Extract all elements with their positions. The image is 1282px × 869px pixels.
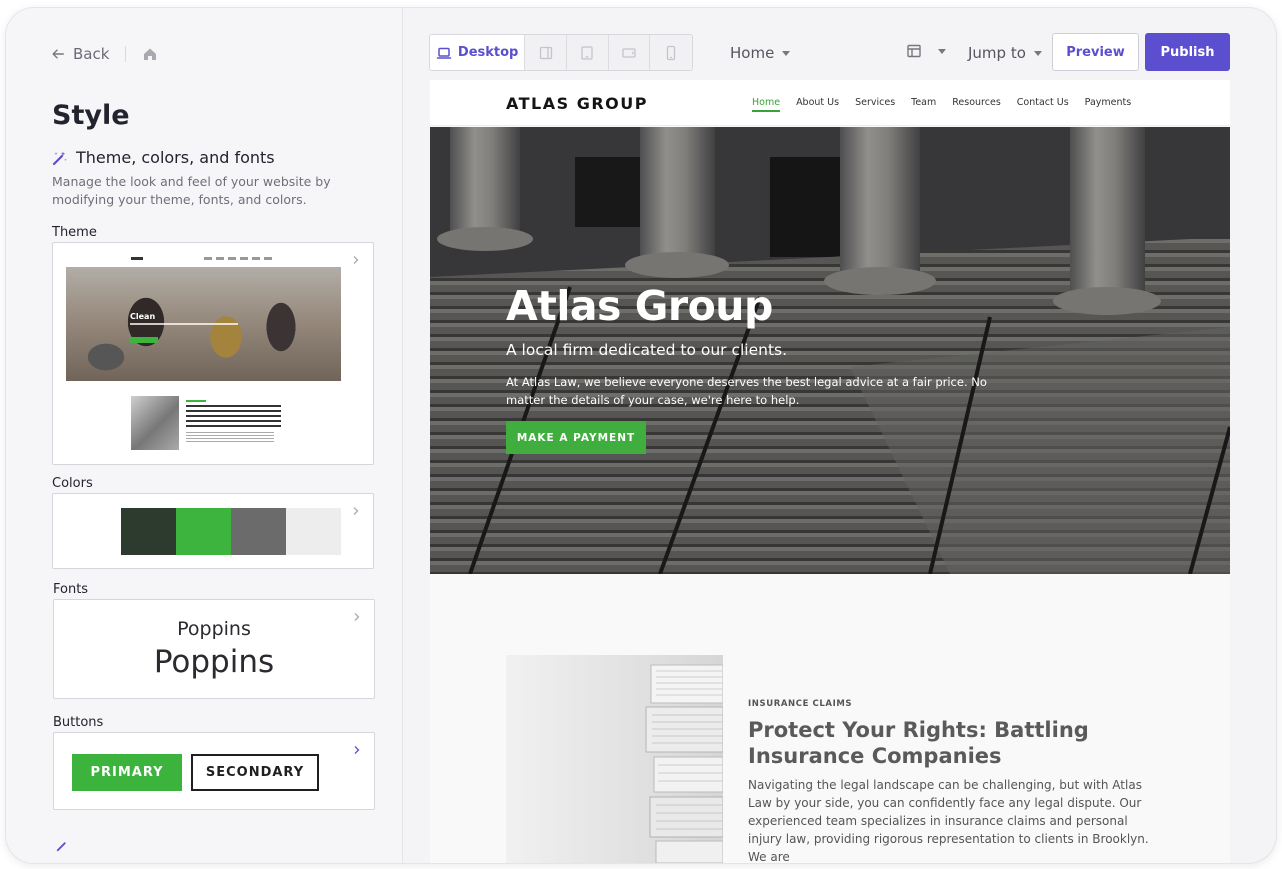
site-header: ATLAS GROUP Home About Us Services Team …: [430, 80, 1230, 126]
section-kicker: INSURANCE CLAIMS: [748, 699, 853, 709]
site-nav-payments[interactable]: Payments: [1085, 97, 1132, 112]
tablet-landscape-sidebar-button[interactable]: [525, 35, 567, 70]
app-window: Back Style Theme, colors, and fonts Mana…: [6, 8, 1276, 863]
style-sidebar: Back Style Theme, colors, and fonts Mana…: [6, 8, 403, 863]
color-swatch-green: [176, 508, 231, 555]
theme-preview-nav: [66, 257, 341, 265]
page-title: Style: [52, 100, 130, 131]
theme-preview-logo: [131, 257, 143, 260]
laptop-icon: [436, 47, 452, 59]
arrow-left-icon: [52, 49, 64, 59]
colors-label: Colors: [52, 476, 93, 491]
publish-button[interactable]: Publish: [1145, 33, 1230, 71]
back-label: Back: [73, 45, 110, 63]
preview-button[interactable]: Preview: [1052, 33, 1139, 71]
device-switcher: Desktop: [429, 34, 693, 71]
layout-icon: [907, 44, 921, 58]
theme-preview-photo: [131, 396, 179, 450]
theme-card[interactable]: Clean: [52, 242, 374, 465]
chevron-right-icon: [354, 746, 360, 754]
tablet-icon: [581, 45, 593, 60]
sidebar-top-nav: Back: [51, 44, 158, 64]
section-title: Protect Your Rights: Battling Insurance …: [748, 718, 1089, 768]
hero-body: At Atlas Law, we believe everyone deserv…: [506, 375, 987, 407]
tablet-landscape-icon: [622, 47, 636, 58]
magic-wand-icon: [52, 151, 67, 165]
site-nav: Home About Us Services Team Resources Co…: [752, 97, 1131, 112]
chevron-down-icon: [938, 48, 946, 54]
layout-menu-button[interactable]: [906, 43, 946, 59]
theme-preview: Clean: [66, 257, 341, 381]
chevron-down-icon: [1033, 50, 1042, 56]
colors-card[interactable]: [52, 493, 374, 569]
site-nav-team[interactable]: Team: [911, 97, 936, 112]
section-description: Manage the look and feel of your website…: [52, 174, 331, 207]
theme-preview-section: [131, 396, 291, 452]
theme-section-heading: Theme, colors, and fonts: [52, 148, 275, 167]
mobile-view-button[interactable]: [650, 35, 692, 70]
theme-label: Theme: [52, 225, 97, 240]
fonts-card[interactable]: Poppins Poppins: [53, 599, 375, 699]
hero-subtitle: A local firm dedicated to our clients.: [506, 341, 788, 359]
website-preview-canvas[interactable]: ATLAS GROUP Home About Us Services Team …: [430, 80, 1230, 863]
site-nav-services[interactable]: Services: [855, 97, 895, 112]
tablet-landscape-view-button[interactable]: [609, 35, 651, 70]
divider: [125, 46, 127, 62]
theme-preview-text: [130, 323, 238, 325]
site-nav-contact[interactable]: Contact Us: [1017, 97, 1069, 112]
hero-section: Atlas Group A local firm dedicated to ou…: [430, 127, 1230, 574]
desktop-view-button[interactable]: Desktop: [430, 35, 526, 70]
buttons-card[interactable]: PRIMARY SECONDARY: [53, 732, 375, 810]
fonts-label: Fonts: [53, 582, 89, 597]
chevron-down-icon: [782, 50, 791, 56]
make-payment-button[interactable]: MAKE A PAYMENT: [506, 421, 646, 454]
sidebar-layout-icon: [539, 46, 552, 59]
site-nav-home[interactable]: Home: [752, 97, 781, 112]
color-swatches: [121, 508, 341, 555]
home-icon: [144, 48, 157, 60]
tablet-view-button[interactable]: [567, 35, 609, 70]
page-select-value: Home: [730, 44, 775, 62]
jump-to-label: Jump to: [968, 44, 1026, 62]
body-font-name: Poppins: [177, 618, 251, 640]
color-swatch-gray: [231, 508, 286, 555]
color-swatch-light: [286, 508, 341, 555]
back-button[interactable]: Back: [51, 45, 109, 63]
magic-wand-icon: [56, 842, 66, 852]
advanced-section-peek[interactable]: [56, 838, 70, 852]
primary-button-sample: PRIMARY: [72, 754, 182, 791]
color-swatch-dark: [121, 508, 176, 555]
secondary-button-sample: SECONDARY: [191, 754, 319, 791]
section-heading-text: Theme, colors, and fonts: [76, 148, 275, 167]
chevron-right-icon: [353, 507, 359, 515]
theme-preview-heading: [186, 405, 281, 429]
desktop-view-label: Desktop: [457, 45, 519, 60]
theme-preview-button: [130, 337, 158, 343]
site-logo[interactable]: ATLAS GROUP: [506, 94, 648, 113]
theme-preview-kicker: [186, 400, 206, 402]
site-nav-resources[interactable]: Resources: [952, 97, 1001, 112]
section-body: Navigating the legal landscape can be ch…: [748, 778, 1149, 863]
binders-illustration: [645, 664, 723, 863]
buttons-label: Buttons: [53, 715, 104, 730]
hero-title: Atlas Group: [506, 282, 773, 330]
theme-preview-body: [186, 432, 274, 444]
binders-image: [506, 655, 723, 863]
page-select-dropdown[interactable]: Home: [730, 44, 791, 62]
theme-preview-links: [204, 257, 274, 260]
home-button[interactable]: [142, 46, 158, 62]
phone-icon: [667, 45, 676, 60]
site-nav-about[interactable]: About Us: [796, 97, 839, 112]
heading-font-name: Poppins: [153, 644, 275, 680]
theme-preview-name: Clean: [130, 312, 156, 321]
chevron-right-icon: [353, 256, 359, 264]
editor-toolbar: Desktop Home Jump to Preview Publish: [403, 8, 1276, 80]
jump-to-dropdown[interactable]: Jump to: [968, 44, 1042, 62]
